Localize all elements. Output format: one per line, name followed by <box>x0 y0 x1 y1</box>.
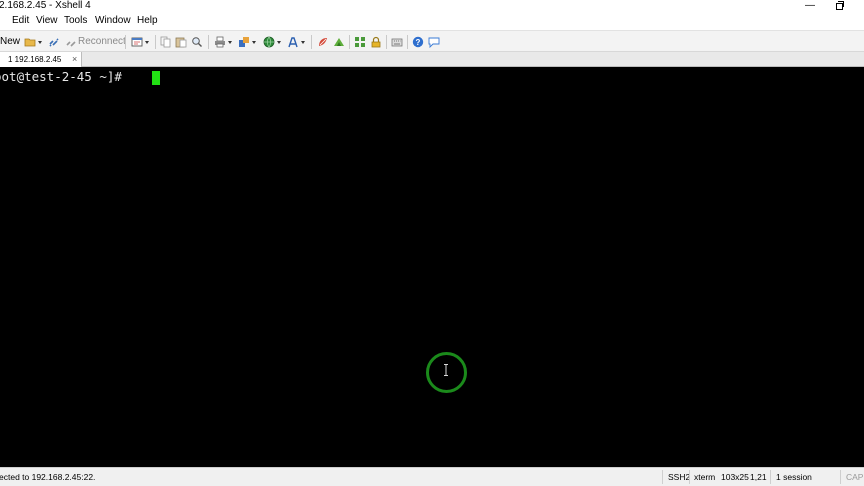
session-tab[interactable]: 1 192.168.2.45 × <box>0 52 82 67</box>
reconnect-button[interactable]: Reconnect <box>65 35 126 49</box>
ibeam-cursor-icon <box>444 364 448 376</box>
menu-bar: ​ Edit View Tools Window Help <box>0 13 864 30</box>
status-connection: ected to 192.168.2.45:22. <box>0 472 96 482</box>
toolbar-separator <box>386 35 387 49</box>
globe-icon <box>263 36 275 48</box>
copy-icon <box>160 36 171 48</box>
restore-button[interactable] <box>832 0 848 12</box>
session-tab-label: 1 192.168.2.45 <box>8 55 62 64</box>
link-icon <box>49 38 59 47</box>
printer-icon <box>215 36 225 48</box>
chevron-down-icon <box>228 40 232 44</box>
status-protocol: SSH2 <box>668 472 691 482</box>
transfer-button[interactable] <box>238 35 256 49</box>
toolbar-separator <box>349 35 350 49</box>
reconnect-label: Reconnect <box>78 36 126 47</box>
toolbar-separator <box>155 35 156 49</box>
print-button[interactable] <box>214 35 232 49</box>
session-tab-bar: 1 192.168.2.45 × <box>0 52 864 67</box>
xmanager-button[interactable] <box>333 35 345 49</box>
xftp-icon <box>319 38 327 46</box>
status-term: xterm <box>694 472 716 482</box>
status-separator <box>662 470 663 484</box>
xftp-button[interactable] <box>317 35 329 49</box>
chevron-down-icon <box>301 40 305 44</box>
search-icon <box>192 37 202 47</box>
menu-edit[interactable]: Edit <box>12 13 29 29</box>
title-bar: 2.168.2.45 - Xshell 4 — <box>0 0 864 13</box>
status-caps-lock: CAP <box>846 472 864 482</box>
menu-window[interactable]: Window <box>95 13 131 29</box>
status-bar: ected to 192.168.2.45:22. SSH2 xterm 103… <box>0 467 864 486</box>
chevron-down-icon <box>145 40 149 44</box>
keyboard-icon <box>391 38 403 47</box>
layout-button[interactable] <box>354 35 366 49</box>
minimize-button[interactable]: — <box>802 0 818 12</box>
window-title: 2.168.2.45 - Xshell 4 <box>0 0 91 11</box>
restore-icon <box>836 1 844 10</box>
copy-button[interactable] <box>160 35 172 49</box>
globe-button[interactable] <box>263 35 281 49</box>
status-sessions: 1 session <box>776 472 812 482</box>
lock-button[interactable] <box>370 35 382 49</box>
font-button[interactable] <box>287 35 305 49</box>
help-icon: ? <box>412 36 424 48</box>
new-button[interactable]: New <box>0 35 20 49</box>
paste-icon <box>175 37 187 48</box>
paste-button[interactable] <box>175 35 187 49</box>
status-separator <box>840 470 841 484</box>
chevron-down-icon <box>38 40 42 44</box>
toolbar-separator <box>208 35 209 49</box>
menu-tools[interactable]: Tools <box>64 13 87 29</box>
status-cursor-pos: 1,21 <box>750 472 767 482</box>
folder-icon <box>24 38 36 47</box>
grid-icon <box>355 37 365 47</box>
keyboard-button[interactable] <box>391 35 403 49</box>
open-button[interactable] <box>24 35 42 49</box>
transfer-icon <box>239 37 249 47</box>
help-button[interactable]: ? <box>412 35 424 49</box>
terminal-area[interactable]: oot@test-2-45 ~]# <box>0 67 864 467</box>
menu-view[interactable]: View <box>36 13 58 29</box>
find-button[interactable] <box>191 35 203 49</box>
disconnect-button[interactable] <box>48 35 60 49</box>
properties-button[interactable] <box>131 35 149 49</box>
close-icon[interactable]: × <box>72 53 77 65</box>
properties-icon <box>131 37 143 47</box>
toolbar-separator <box>125 35 126 49</box>
reconnect-icon <box>66 41 76 47</box>
chat-button[interactable] <box>428 35 440 49</box>
font-icon <box>288 37 298 48</box>
toolbar: New Reconnect ? <box>0 30 864 52</box>
toolbar-separator <box>311 35 312 49</box>
chevron-down-icon <box>252 40 256 44</box>
terminal-cursor <box>152 71 160 85</box>
status-separator <box>770 470 771 484</box>
lock-icon <box>371 36 381 48</box>
new-label: New <box>0 36 21 47</box>
shell-prompt: oot@test-2-45 ~]# <box>0 69 130 84</box>
status-size: 103x25 <box>721 472 749 482</box>
svg-text:?: ? <box>416 38 421 47</box>
toolbar-separator <box>407 35 408 49</box>
menu-help[interactable]: Help <box>137 13 158 29</box>
xmanager-icon <box>334 38 344 46</box>
status-separator <box>689 470 690 484</box>
chevron-down-icon <box>277 40 281 44</box>
chat-bubble-icon <box>428 37 440 48</box>
